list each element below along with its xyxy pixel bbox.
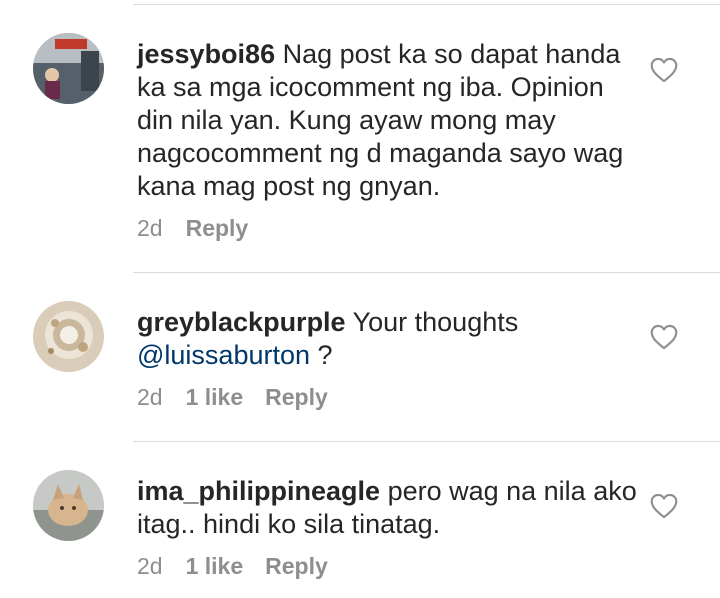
comment-meta: 2d Reply	[137, 215, 248, 242]
username[interactable]: ima_philippineagle	[137, 476, 380, 506]
like-count[interactable]: 1 like	[186, 553, 244, 580]
reply-button[interactable]: Reply	[265, 384, 328, 411]
reply-button[interactable]: Reply	[265, 553, 328, 580]
timestamp[interactable]: 2d	[137, 384, 163, 411]
comment-text-end: ?	[310, 340, 333, 370]
comment-meta: 2d 1 like Reply	[137, 553, 328, 580]
username[interactable]: greyblackpurple	[137, 307, 346, 337]
timestamp[interactable]: 2d	[137, 553, 163, 580]
username[interactable]: jessyboi86	[137, 39, 275, 69]
comment-text: Your thoughts	[345, 307, 519, 337]
heart-outline-icon[interactable]	[650, 324, 678, 350]
divider-top	[133, 4, 720, 5]
comment-body: jessyboi86 Nag post ka so dapat handa ka…	[137, 38, 637, 203]
divider	[133, 272, 720, 273]
timestamp[interactable]: 2d	[137, 215, 163, 242]
comment-body: ima_philippineagle pero wag na nila ako …	[137, 475, 637, 541]
comment-meta: 2d 1 like Reply	[137, 384, 328, 411]
avatar[interactable]	[33, 301, 104, 372]
divider	[133, 441, 720, 442]
mention-link[interactable]: @luissaburton	[137, 340, 310, 370]
avatar[interactable]	[33, 470, 104, 541]
reply-button[interactable]: Reply	[186, 215, 249, 242]
like-count[interactable]: 1 like	[186, 384, 244, 411]
heart-outline-icon[interactable]	[650, 493, 678, 519]
comment-body: greyblackpurple Your thoughts @luissabur…	[137, 306, 637, 372]
avatar[interactable]	[33, 33, 104, 104]
heart-outline-icon[interactable]	[650, 57, 678, 83]
